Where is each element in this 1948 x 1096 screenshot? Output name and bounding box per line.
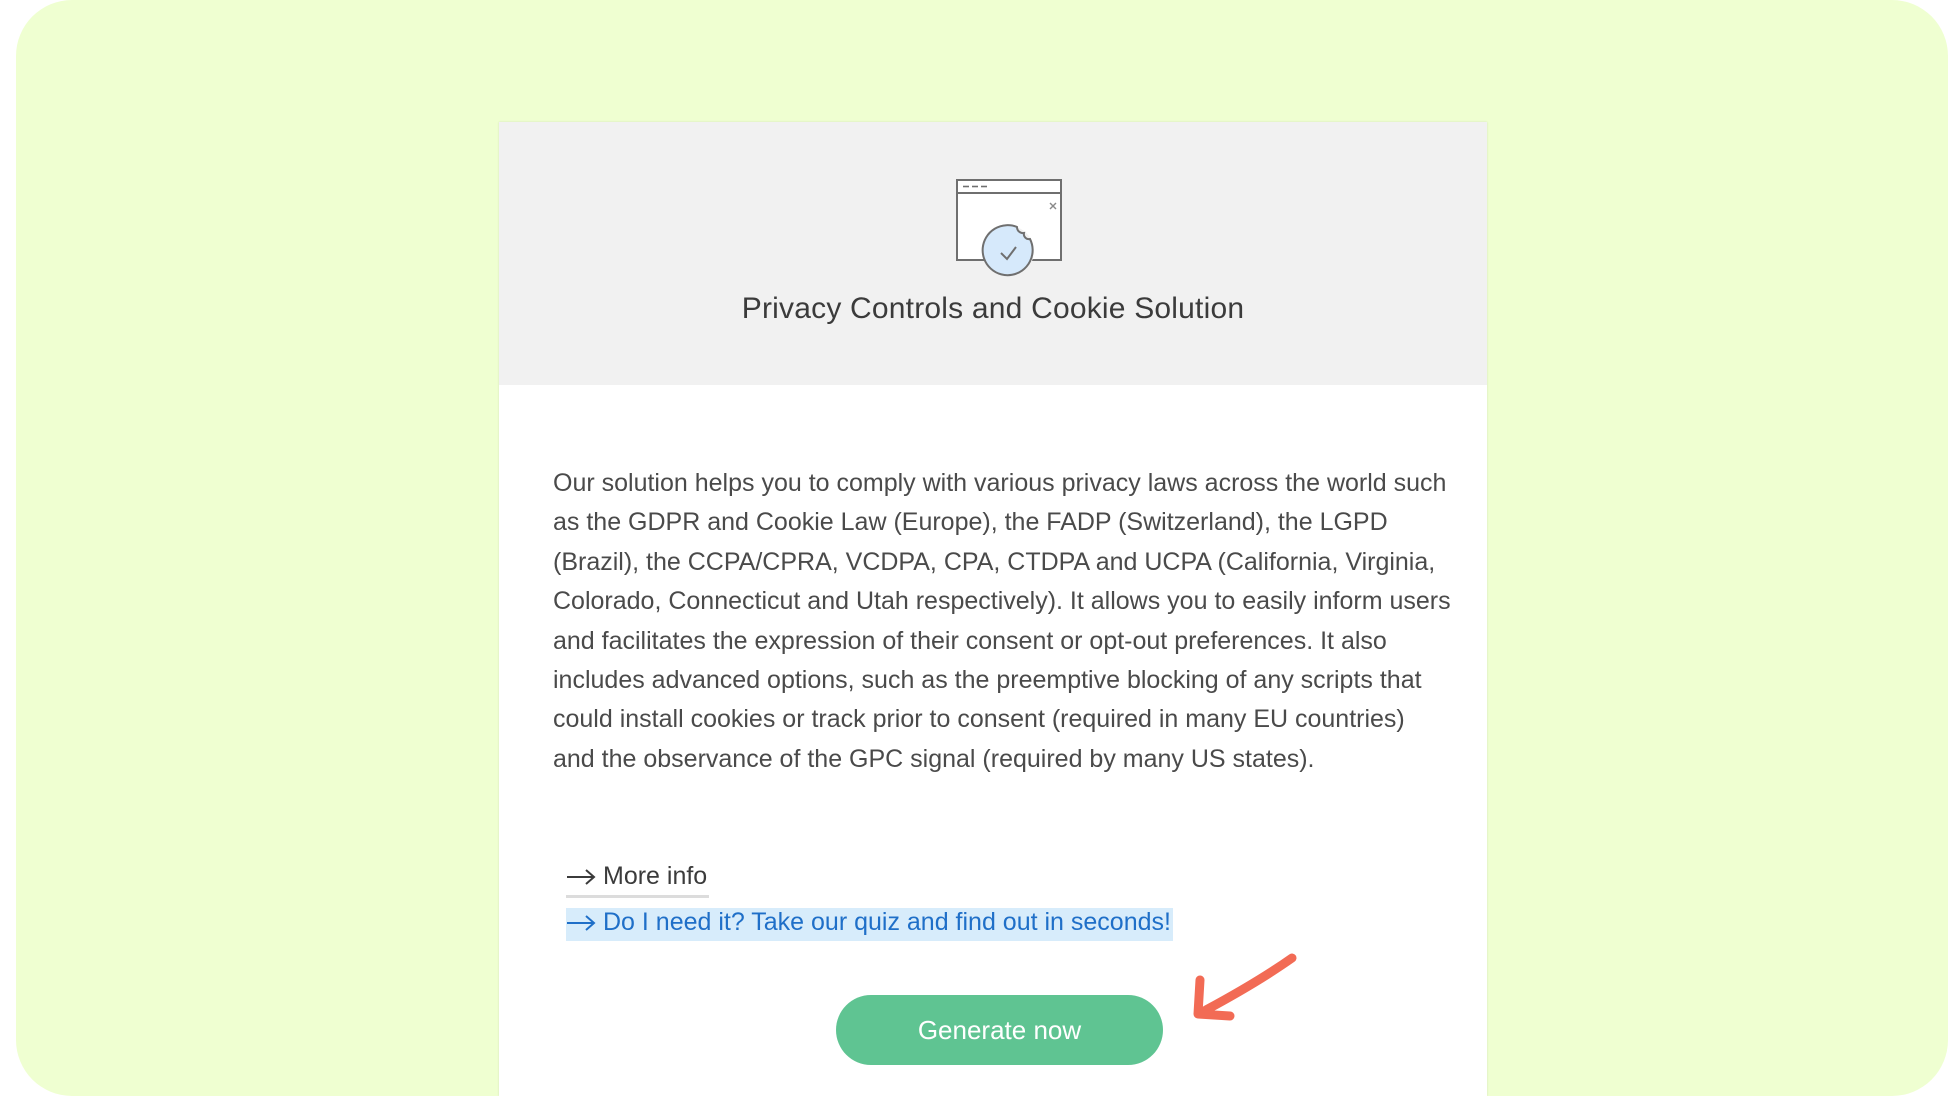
quiz-link[interactable]: Do I need it? Take our quiz and find out… [566,908,1173,941]
generate-now-button[interactable]: Generate now [836,995,1163,1065]
arrow-right-icon [567,868,596,885]
card-header: Privacy Controls and Cookie Solution [499,122,1487,385]
more-info-label: More info [603,862,708,890]
page-title: Privacy Controls and Cookie Solution [741,292,1245,325]
product-card: Privacy Controls and Cookie Solution Our… [499,122,1487,1096]
arrow-right-icon [567,914,596,931]
more-info-link[interactable]: More info [566,862,710,898]
quiz-label: Do I need it? Take our quiz and find out… [603,908,1171,936]
browser-window-cookie-check-icon [956,179,1062,277]
red-pointer-arrow-icon [1193,953,1297,1021]
page-background: Privacy Controls and Cookie Solution Our… [16,0,1948,1096]
solution-description: Our solution helps you to comply with va… [553,469,1451,773]
